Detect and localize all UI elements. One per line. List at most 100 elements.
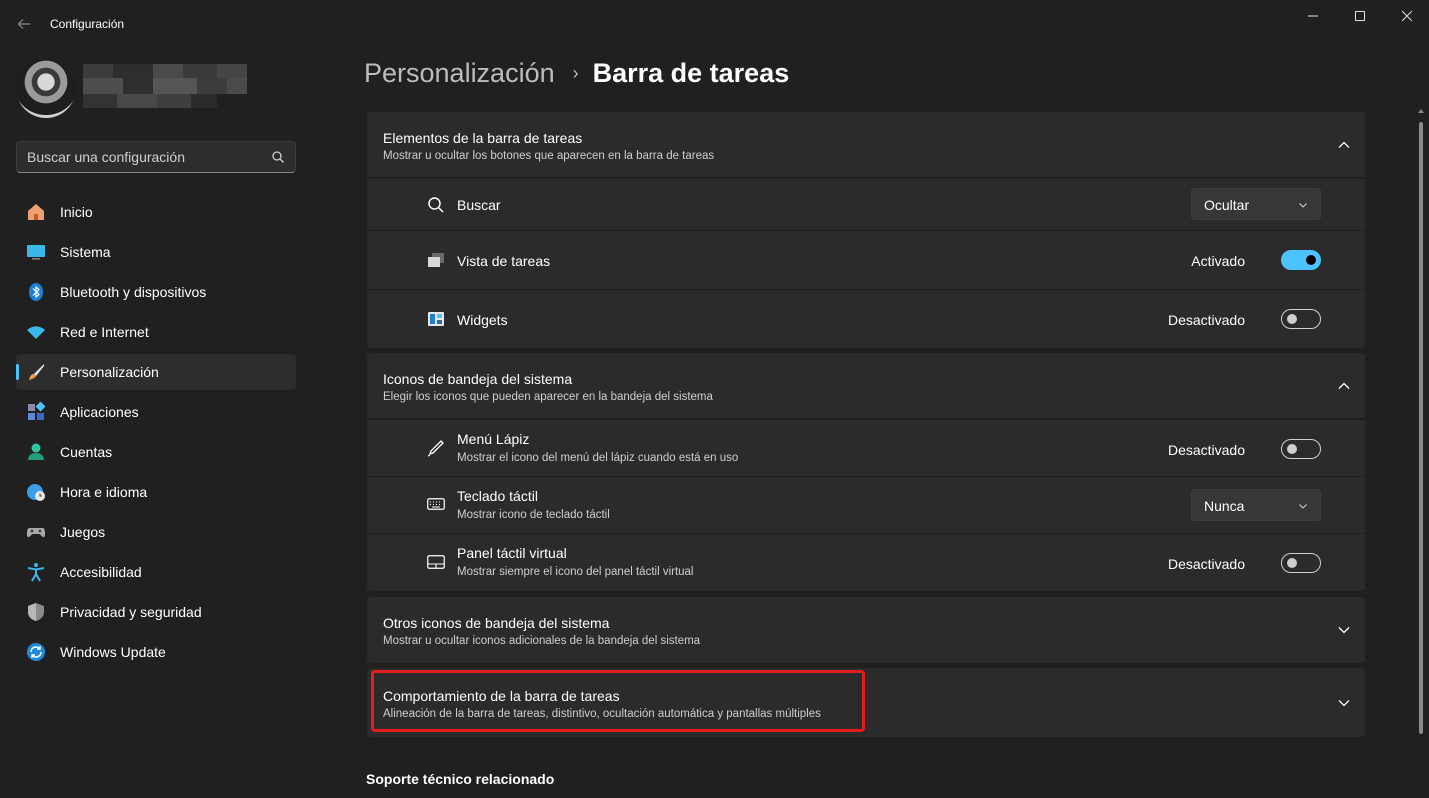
bluetooth-icon xyxy=(26,282,46,302)
widgets-toggle[interactable] xyxy=(1281,309,1321,329)
arrow-left-icon xyxy=(17,19,30,29)
toggle-state-label: Activado xyxy=(1191,253,1245,269)
scrollbar-thumb[interactable] xyxy=(1419,122,1423,734)
sidebar-item-label: Privacidad y seguridad xyxy=(60,604,202,620)
touchpad-toggle[interactable] xyxy=(1281,553,1321,573)
row-description: Mostrar el icono del menú del lápiz cuan… xyxy=(457,452,739,464)
gamepad-icon xyxy=(26,522,46,542)
sidebar-item-bluetooth[interactable]: Bluetooth y dispositivos xyxy=(16,274,296,310)
minimize-button[interactable] xyxy=(1290,0,1336,32)
scrollbar[interactable] xyxy=(1418,108,1424,798)
pen-menu-row: Menú Lápiz Mostrar el icono del menú del… xyxy=(367,419,1365,476)
taskbar-items-card: Elementos de la barra de tareas Mostrar … xyxy=(367,112,1365,348)
toggle-state-label: Desactivado xyxy=(1167,556,1245,572)
card-title: Otros iconos de bandeja del sistema xyxy=(383,615,610,631)
monitor-icon xyxy=(26,242,46,262)
search-icon xyxy=(272,151,284,163)
row-title: Menú Lápiz xyxy=(457,431,530,447)
avatar[interactable] xyxy=(16,58,76,118)
chevron-down-icon[interactable] xyxy=(1337,696,1351,710)
breadcrumb-parent[interactable]: Personalización xyxy=(364,58,555,89)
breadcrumb-separator: › xyxy=(572,63,579,83)
sidebar-item-label: Sistema xyxy=(60,244,111,260)
widgets-row: Widgets Desactivado xyxy=(367,289,1365,348)
touch-keyboard-dropdown[interactable]: Nunca xyxy=(1191,489,1321,521)
sidebar-item-juegos[interactable]: Juegos xyxy=(16,514,296,550)
clock-globe-icon xyxy=(26,482,46,502)
search-dropdown[interactable]: Ocultar xyxy=(1191,188,1321,220)
sidebar-item-label: Cuentas xyxy=(60,444,113,460)
minimize-icon xyxy=(1308,15,1318,17)
row-title: Panel táctil virtual xyxy=(457,545,567,561)
pen-menu-toggle[interactable] xyxy=(1281,439,1321,459)
sidebar-item-hora[interactable]: Hora e idioma xyxy=(16,474,296,510)
brush-icon xyxy=(26,362,46,382)
sidebar-item-red[interactable]: Red e Internet xyxy=(16,314,296,350)
widgets-icon xyxy=(427,310,445,328)
chevron-down-icon[interactable] xyxy=(1337,623,1351,637)
row-description: Mostrar icono de teclado táctil xyxy=(457,509,610,521)
sidebar-item-cuentas[interactable]: Cuentas xyxy=(16,434,296,470)
sidebar-item-privacidad[interactable]: Privacidad y seguridad xyxy=(16,594,296,630)
task-view-icon xyxy=(427,251,445,269)
sidebar-item-label: Windows Update xyxy=(60,644,166,660)
close-button[interactable] xyxy=(1384,0,1429,32)
back-button[interactable] xyxy=(10,10,38,38)
app-title: Configuración xyxy=(50,17,125,31)
related-support-heading: Soporte técnico relacionado xyxy=(366,771,555,787)
breadcrumb: Personalización › Barra de tareas xyxy=(364,58,789,89)
other-tray-icons-card[interactable]: Otros iconos de bandeja del sistema Most… xyxy=(367,597,1365,663)
sidebar-item-label: Accesibilidad xyxy=(60,564,142,580)
sidebar-item-label: Red e Internet xyxy=(60,324,149,340)
sidebar-item-label: Hora e idioma xyxy=(60,484,148,500)
sidebar-item-windows-update[interactable]: Windows Update xyxy=(16,634,296,670)
task-view-toggle[interactable] xyxy=(1281,250,1321,270)
wifi-icon xyxy=(26,322,46,342)
apps-icon xyxy=(26,402,46,422)
update-icon xyxy=(26,642,46,662)
scroll-up-icon[interactable] xyxy=(1418,108,1424,114)
search-box[interactable] xyxy=(16,141,296,173)
chevron-up-icon[interactable] xyxy=(1337,379,1351,393)
sidebar-item-personalizacion[interactable]: Personalización xyxy=(16,354,296,390)
touchpad-row: Panel táctil virtual Mostrar siempre el … xyxy=(367,533,1365,590)
sidebar-item-label: Inicio xyxy=(60,204,93,220)
accessibility-icon xyxy=(26,562,46,582)
close-icon xyxy=(1402,11,1412,21)
page-title: Barra de tareas xyxy=(592,58,790,88)
sidebar-item-aplicaciones[interactable]: Aplicaciones xyxy=(16,394,296,430)
card-title: Elementos de la barra de tareas xyxy=(383,130,583,146)
tray-icons-header[interactable]: Iconos de bandeja del sistema Elegir los… xyxy=(367,353,1365,419)
card-title: Iconos de bandeja del sistema xyxy=(383,371,573,387)
keyboard-icon xyxy=(427,495,445,513)
maximize-icon xyxy=(1355,11,1365,21)
user-name-redacted xyxy=(83,64,247,108)
search-icon xyxy=(427,196,445,214)
sidebar-item-label: Bluetooth y dispositivos xyxy=(60,284,207,300)
home-icon xyxy=(26,202,46,222)
dropdown-value: Nunca xyxy=(1204,498,1245,514)
taskbar-items-header[interactable]: Elementos de la barra de tareas Mostrar … xyxy=(367,112,1365,178)
toggle-state-label: Desactivado xyxy=(1167,312,1245,328)
search-input[interactable] xyxy=(27,149,267,165)
chevron-up-icon[interactable] xyxy=(1337,138,1351,152)
touchpad-icon xyxy=(427,553,445,571)
card-description: Elegir los iconos que pueden aparecer en… xyxy=(383,391,713,403)
chevron-down-icon xyxy=(1299,203,1307,208)
row-title: Widgets xyxy=(457,312,508,328)
card-description: Mostrar u ocultar iconos adicionales de … xyxy=(383,635,701,647)
maximize-button[interactable] xyxy=(1337,0,1383,32)
tray-icons-card: Iconos de bandeja del sistema Elegir los… xyxy=(367,353,1365,591)
highlight-box xyxy=(371,670,865,732)
sidebar-nav: Inicio Sistema Bluetooth y dispositivos … xyxy=(16,194,296,674)
account-icon xyxy=(26,442,46,462)
task-view-row: Vista de tareas Activado xyxy=(367,230,1365,289)
sidebar-item-label: Juegos xyxy=(60,524,106,540)
sidebar-item-inicio[interactable]: Inicio xyxy=(16,194,296,230)
sidebar-item-sistema[interactable]: Sistema xyxy=(16,234,296,270)
touch-keyboard-row: Teclado táctil Mostrar icono de teclado … xyxy=(367,476,1365,533)
pen-icon xyxy=(427,439,445,457)
sidebar-item-label: Aplicaciones xyxy=(60,404,139,420)
row-title: Teclado táctil xyxy=(457,488,538,504)
sidebar-item-accesibilidad[interactable]: Accesibilidad xyxy=(16,554,296,590)
